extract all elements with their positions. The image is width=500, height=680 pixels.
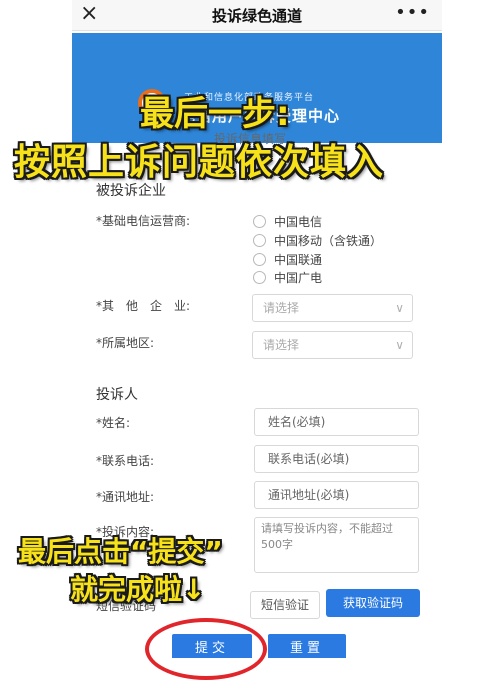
overlay-caption-line3: 最后点击“提交” bbox=[18, 535, 223, 568]
radio-china-broadnet[interactable]: 中国广电 bbox=[253, 269, 322, 286]
overlay-caption-line2: 按照上诉问题依次填入 bbox=[14, 142, 385, 183]
chevron-down-icon: ∨ bbox=[395, 301, 404, 315]
top-navigation-bar: × 投诉绿色通道 ••• bbox=[72, 0, 442, 31]
carrier-label: *基础电信运营商: bbox=[96, 214, 191, 228]
more-options-icon[interactable]: ••• bbox=[395, 2, 430, 23]
overlay-caption-line4: 就完成啦↓ bbox=[70, 573, 206, 606]
radio-dot[interactable] bbox=[253, 234, 266, 247]
overlay-caption-line1: 最后一步: bbox=[140, 94, 290, 134]
name-input[interactable]: 姓名(必填) bbox=[254, 408, 419, 436]
highlight-circle bbox=[145, 618, 267, 680]
name-label: *姓名: bbox=[96, 416, 131, 430]
other-company-select[interactable]: 请选择 ∨ bbox=[252, 294, 413, 322]
radio-china-mobile[interactable]: 中国移动（含铁通） bbox=[253, 232, 382, 249]
sms-code-input[interactable]: 短信验证 bbox=[250, 591, 320, 619]
phone-label: *联系电话: bbox=[96, 454, 155, 468]
phone-input[interactable]: 联系电话(必填) bbox=[254, 445, 419, 473]
right-margin bbox=[440, 0, 500, 658]
page-title: 投诉绿色通道 bbox=[211, 7, 302, 25]
get-code-button[interactable]: 获取验证码 bbox=[326, 589, 420, 617]
radio-china-telecom[interactable]: 中国电信 bbox=[253, 213, 322, 230]
region-label: *所属地区: bbox=[96, 336, 155, 350]
radio-dot[interactable] bbox=[253, 215, 266, 228]
radio-china-unicom[interactable]: 中国联通 bbox=[253, 251, 322, 268]
reset-button[interactable]: 重置 bbox=[268, 634, 346, 658]
radio-dot[interactable] bbox=[253, 271, 266, 284]
address-label: *通讯地址: bbox=[96, 490, 155, 504]
chevron-down-icon: ∨ bbox=[395, 338, 404, 352]
complainant-section-title: 投诉人 bbox=[96, 387, 138, 403]
region-select[interactable]: 请选择 ∨ bbox=[252, 331, 413, 359]
content-textarea[interactable]: 请填写投诉内容，不能超过500字 bbox=[254, 517, 419, 573]
radio-dot[interactable] bbox=[253, 253, 266, 266]
other-company-label: *其 他 企 业: bbox=[96, 299, 191, 313]
address-input[interactable]: 通讯地址(必填) bbox=[254, 481, 419, 509]
